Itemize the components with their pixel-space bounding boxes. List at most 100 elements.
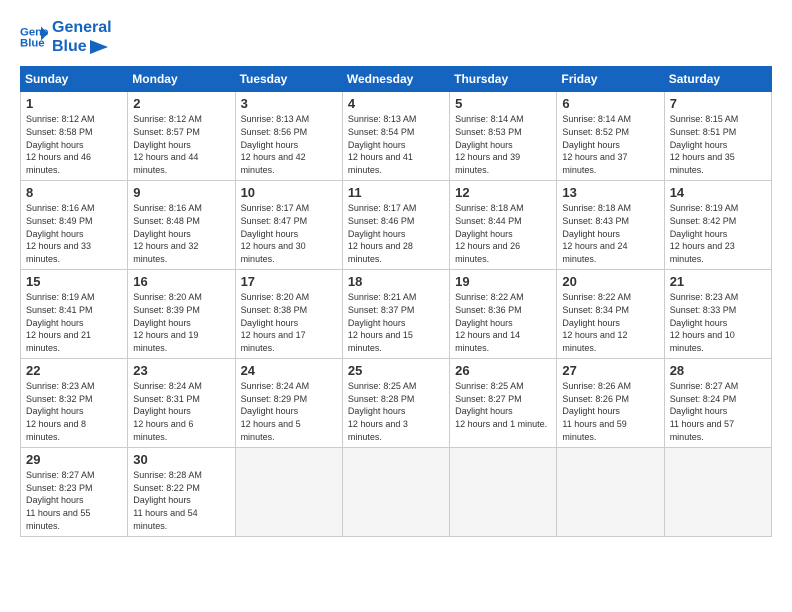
day-number: 26 (455, 363, 551, 378)
day-number: 24 (241, 363, 337, 378)
col-thursday: Thursday (450, 67, 557, 92)
page: General Blue General Blue Sunday (0, 0, 792, 612)
day-info: Sunrise: 8:13 AMSunset: 8:56 PMDaylight … (241, 113, 337, 176)
logo-arrow-icon (90, 40, 108, 54)
day-number: 16 (133, 274, 229, 289)
table-row: 10 Sunrise: 8:17 AMSunset: 8:47 PMDayligh… (235, 181, 342, 270)
col-tuesday: Tuesday (235, 67, 342, 92)
day-info: Sunrise: 8:25 AMSunset: 8:28 PMDaylight … (348, 380, 444, 443)
day-info: Sunrise: 8:22 AMSunset: 8:36 PMDaylight … (455, 291, 551, 354)
table-row: 19Sunrise: 8:22 AMSunset: 8:36 PMDayligh… (450, 270, 557, 359)
day-info: Sunrise: 8:26 AMSunset: 8:26 PMDaylight … (562, 380, 658, 443)
day-info: Sunrise: 8:21 AMSunset: 8:37 PMDaylight … (348, 291, 444, 354)
calendar-row: 22 Sunrise: 8:23 AMSunset: 8:32 PMDayligh… (21, 359, 772, 448)
day-info: Sunrise: 8:20 AMSunset: 8:38 PMDaylight … (241, 291, 337, 354)
table-row: 14 Sunrise: 8:19 AMSunset: 8:42 PMDayligh… (664, 181, 771, 270)
header: General Blue General Blue (20, 18, 772, 56)
day-number: 8 (26, 185, 122, 200)
table-row: 11Sunrise: 8:17 AMSunset: 8:46 PMDayligh… (342, 181, 449, 270)
day-info: Sunrise: 8:17 AMSunset: 8:47 PMDaylight … (241, 202, 337, 265)
day-info: Sunrise: 8:23 AMSunset: 8:33 PMDaylight … (670, 291, 766, 354)
table-row: 2Sunrise: 8:12 AMSunset: 8:57 PMDaylight… (128, 92, 235, 181)
day-info: Sunrise: 8:19 AMSunset: 8:41 PMDaylight … (26, 291, 122, 354)
day-number: 28 (670, 363, 766, 378)
day-number: 4 (348, 96, 444, 111)
table-row: 22 Sunrise: 8:23 AMSunset: 8:32 PMDayligh… (21, 359, 128, 448)
day-number: 25 (348, 363, 444, 378)
table-row (235, 448, 342, 537)
table-row: 26 Sunrise: 8:25 AMSunset: 8:27 PMDayligh… (450, 359, 557, 448)
day-info: Sunrise: 8:19 AMSunset: 8:42 PMDaylight … (670, 202, 766, 265)
day-number: 21 (670, 274, 766, 289)
day-info: Sunrise: 8:27 AMSunset: 8:23 PMDaylight … (26, 469, 122, 532)
table-row: 17 Sunrise: 8:20 AMSunset: 8:38 PMDayligh… (235, 270, 342, 359)
table-row: 23 Sunrise: 8:24 AMSunset: 8:31 PMDayligh… (128, 359, 235, 448)
day-info: Sunrise: 8:16 AMSunset: 8:48 PMDaylight … (133, 202, 229, 265)
col-sunday: Sunday (21, 67, 128, 92)
day-number: 27 (562, 363, 658, 378)
day-number: 7 (670, 96, 766, 111)
table-row: 6Sunrise: 8:14 AMSunset: 8:52 PMDaylight… (557, 92, 664, 181)
day-number: 12 (455, 185, 551, 200)
table-row (557, 448, 664, 537)
table-row: 15Sunrise: 8:19 AMSunset: 8:41 PMDayligh… (21, 270, 128, 359)
day-info: Sunrise: 8:25 AMSunset: 8:27 PMDaylight … (455, 380, 551, 430)
day-info: Sunrise: 8:24 AMSunset: 8:31 PMDaylight … (133, 380, 229, 443)
table-row (342, 448, 449, 537)
day-number: 30 (133, 452, 229, 467)
table-row: 4Sunrise: 8:13 AMSunset: 8:54 PMDaylight… (342, 92, 449, 181)
day-number: 5 (455, 96, 551, 111)
table-row (450, 448, 557, 537)
table-row: 18 Sunrise: 8:21 AMSunset: 8:37 PMDayligh… (342, 270, 449, 359)
calendar-row: 1 Sunrise: 8:12 AMSunset: 8:58 PMDaylight… (21, 92, 772, 181)
day-info: Sunrise: 8:16 AMSunset: 8:49 PMDaylight … (26, 202, 122, 265)
day-number: 10 (241, 185, 337, 200)
day-info: Sunrise: 8:14 AMSunset: 8:53 PMDaylight … (455, 113, 551, 176)
svg-text:Blue: Blue (20, 38, 45, 50)
day-info: Sunrise: 8:28 AMSunset: 8:22 PMDaylight … (133, 469, 229, 532)
table-row: 1 Sunrise: 8:12 AMSunset: 8:58 PMDaylight… (21, 92, 128, 181)
day-info: Sunrise: 8:15 AMSunset: 8:51 PMDaylight … (670, 113, 766, 176)
day-number: 22 (26, 363, 122, 378)
logo-general: General (52, 18, 112, 37)
logo-blue: Blue (52, 37, 112, 56)
table-row: 29 Sunrise: 8:27 AMSunset: 8:23 PMDayligh… (21, 448, 128, 537)
table-row: 20Sunrise: 8:22 AMSunset: 8:34 PMDayligh… (557, 270, 664, 359)
table-row: 8 Sunrise: 8:16 AMSunset: 8:49 PMDaylight… (21, 181, 128, 270)
col-friday: Friday (557, 67, 664, 92)
table-row: 9 Sunrise: 8:16 AMSunset: 8:48 PMDaylight… (128, 181, 235, 270)
table-row: 13 Sunrise: 8:18 AMSunset: 8:43 PMDayligh… (557, 181, 664, 270)
day-number: 1 (26, 96, 122, 111)
day-number: 18 (348, 274, 444, 289)
day-number: 14 (670, 185, 766, 200)
day-info: Sunrise: 8:24 AMSunset: 8:29 PMDaylight … (241, 380, 337, 443)
day-info: Sunrise: 8:12 AMSunset: 8:57 PMDaylight … (133, 113, 229, 176)
table-row: 12 Sunrise: 8:18 AMSunset: 8:44 PMDayligh… (450, 181, 557, 270)
day-info: Sunrise: 8:12 AMSunset: 8:58 PMDaylight … (26, 113, 122, 176)
day-number: 17 (241, 274, 337, 289)
day-number: 13 (562, 185, 658, 200)
table-row: 25 Sunrise: 8:25 AMSunset: 8:28 PMDayligh… (342, 359, 449, 448)
day-number: 29 (26, 452, 122, 467)
logo: General Blue General Blue (20, 18, 112, 56)
day-info: Sunrise: 8:18 AMSunset: 8:43 PMDaylight … (562, 202, 658, 265)
calendar-row: 29 Sunrise: 8:27 AMSunset: 8:23 PMDayligh… (21, 448, 772, 537)
table-row: 24 Sunrise: 8:24 AMSunset: 8:29 PMDayligh… (235, 359, 342, 448)
table-row (664, 448, 771, 537)
day-info: Sunrise: 8:14 AMSunset: 8:52 PMDaylight … (562, 113, 658, 176)
calendar-header-row: Sunday Monday Tuesday Wednesday Thursday… (21, 67, 772, 92)
day-info: Sunrise: 8:20 AMSunset: 8:39 PMDaylight … (133, 291, 229, 354)
col-wednesday: Wednesday (342, 67, 449, 92)
col-saturday: Saturday (664, 67, 771, 92)
day-info: Sunrise: 8:18 AMSunset: 8:44 PMDaylight … (455, 202, 551, 265)
table-row: 30 Sunrise: 8:28 AMSunset: 8:22 PMDayligh… (128, 448, 235, 537)
logo-icon: General Blue (20, 23, 48, 51)
day-number: 9 (133, 185, 229, 200)
table-row: 7 Sunrise: 8:15 AMSunset: 8:51 PMDaylight… (664, 92, 771, 181)
day-number: 23 (133, 363, 229, 378)
day-info: Sunrise: 8:23 AMSunset: 8:32 PMDaylight … (26, 380, 122, 443)
calendar-row: 8 Sunrise: 8:16 AMSunset: 8:49 PMDaylight… (21, 181, 772, 270)
col-monday: Monday (128, 67, 235, 92)
day-info: Sunrise: 8:22 AMSunset: 8:34 PMDaylight … (562, 291, 658, 354)
table-row: 16 Sunrise: 8:20 AMSunset: 8:39 PMDayligh… (128, 270, 235, 359)
